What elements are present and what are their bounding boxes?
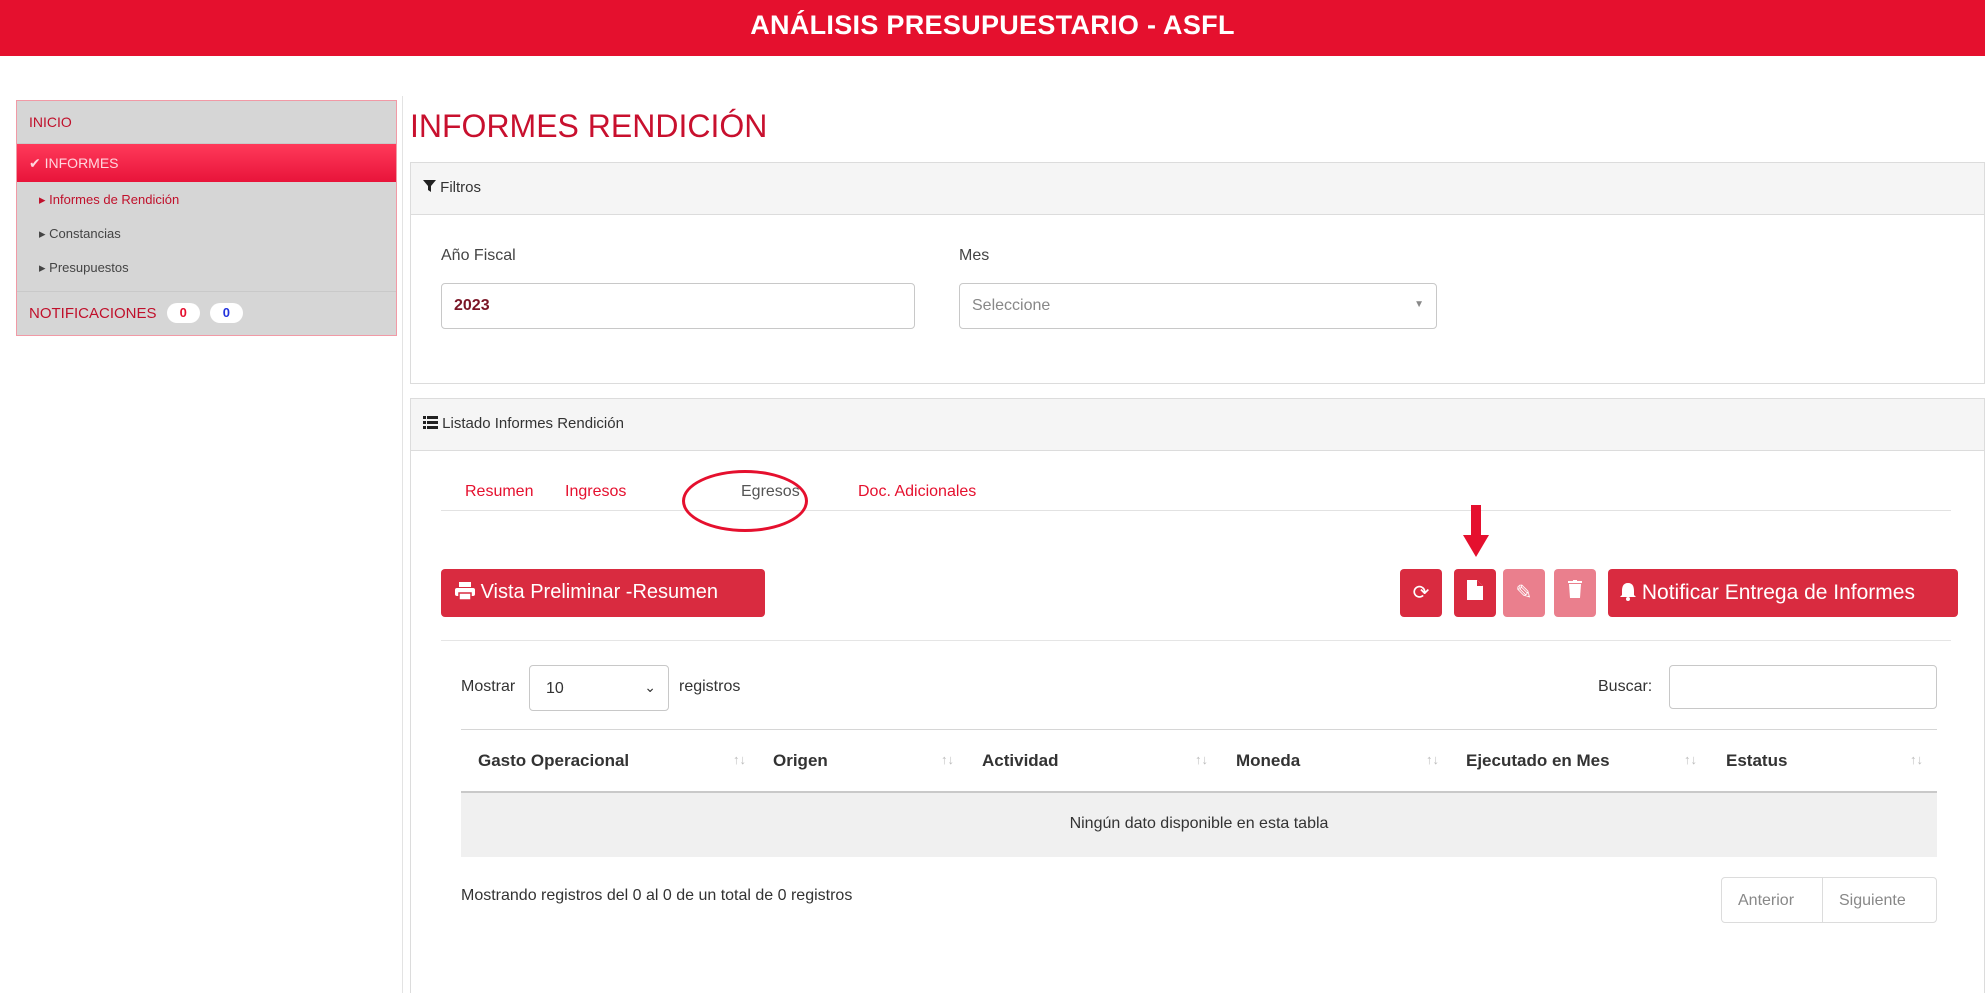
annotation-arrow-icon [1463, 505, 1489, 557]
sort-icon[interactable]: ↑↓ [1426, 752, 1439, 767]
tab-doc-adicionales[interactable]: Doc. Adicionales [858, 483, 976, 501]
file-icon [1454, 580, 1496, 606]
delete-button[interactable] [1554, 569, 1596, 617]
top-bar: ANÁLISIS PRESUPUESTARIO - ASFL [0, 0, 1985, 56]
empty-table-message: Ningún dato disponible en esta tabla [461, 793, 1937, 857]
table-header: Gasto Operacional ↑↓ Origen ↑↓ Actividad… [461, 729, 1937, 793]
sidebar-item-informes[interactable]: ✔ INFORMES [17, 144, 396, 182]
preview-summary-label: Vista Preliminar -Resumen [480, 581, 719, 603]
sidebar-item-notificaciones[interactable]: NOTIFICACIONES 0 0 [17, 291, 396, 335]
col-actividad[interactable]: Actividad [982, 751, 1059, 771]
print-icon [455, 581, 481, 603]
filters-panel-header: Filtros [411, 163, 1984, 215]
caret-right-icon: ▸ [39, 226, 46, 241]
col-moneda[interactable]: Moneda [1236, 751, 1300, 771]
app-title: ANÁLISIS PRESUPUESTARIO - ASFL [750, 10, 1235, 40]
sort-icon[interactable]: ↑↓ [1195, 752, 1208, 767]
col-origen[interactable]: Origen [773, 751, 828, 771]
month-select[interactable]: Seleccione ▼ [959, 283, 1437, 329]
sidebar-item-constancias[interactable]: ▸ Constancias [17, 217, 396, 251]
notification-badge-red: 0 [166, 303, 200, 323]
month-select-value: Seleccione [972, 297, 1051, 314]
trash-icon [1554, 580, 1596, 604]
records-per-page-value: 10 [546, 680, 564, 697]
caret-right-icon: ▸ [39, 260, 46, 275]
filters-panel: Filtros Año Fiscal 2023 Mes Seleccione ▼ [410, 162, 1985, 384]
bell-icon [1620, 581, 1642, 604]
fiscal-year-input[interactable]: 2023 [441, 283, 915, 329]
col-ejecutado-mes[interactable]: Ejecutado en Mes [1466, 751, 1610, 771]
sort-icon[interactable]: ↑↓ [941, 752, 954, 767]
show-label: Mostrar [461, 678, 516, 695]
next-page-button[interactable]: Siguiente [1823, 878, 1936, 922]
fiscal-year-label: Año Fiscal [441, 247, 516, 264]
sidebar-item-label: NOTIFICACIONES [29, 305, 157, 322]
toolbar-divider [441, 640, 1951, 641]
sidebar-item-informes-rendicion[interactable]: ▸ Informes de Rendición [17, 183, 396, 217]
list-icon [423, 415, 442, 432]
filters-heading: Filtros [440, 179, 482, 196]
preview-summary-button[interactable]: Vista Preliminar -Resumen [441, 569, 765, 617]
notify-delivery-label: Notificar Entrega de Informes [1641, 581, 1915, 604]
list-panel-header: Listado Informes Rendición [411, 399, 1984, 451]
report-tabs: Resumen Ingresos Egresos Doc. Adicionale… [441, 475, 1951, 511]
list-heading: Listado Informes Rendición [442, 415, 624, 432]
caret-right-icon: ▸ [39, 192, 46, 207]
caret-down-icon: ▼ [1414, 299, 1424, 310]
refresh-button[interactable]: ⟳ [1400, 569, 1442, 617]
edit-icon: ✎ [1515, 582, 1533, 604]
pagination: Anterior Siguiente [1721, 877, 1937, 923]
col-estatus[interactable]: Estatus [1726, 751, 1787, 771]
col-gasto-operacional[interactable]: Gasto Operacional [478, 751, 629, 771]
sort-icon[interactable]: ↑↓ [1910, 752, 1923, 767]
sort-icon[interactable]: ↑↓ [733, 752, 746, 767]
list-panel: Listado Informes Rendición Resumen Ingre… [410, 398, 1985, 993]
search-input[interactable] [1669, 665, 1937, 709]
previous-page-button[interactable]: Anterior [1722, 878, 1823, 922]
check-icon: ✔ [29, 155, 41, 171]
notification-badge-blue: 0 [209, 303, 243, 323]
egresos-table: Gasto Operacional ↑↓ Origen ↑↓ Actividad… [461, 729, 1937, 857]
records-per-page-select[interactable]: 10 ⌄ [529, 665, 669, 711]
refresh-icon: ⟳ [1412, 582, 1430, 604]
notify-delivery-button[interactable]: Notificar Entrega de Informes [1608, 569, 1958, 617]
tab-resumen[interactable]: Resumen [465, 483, 533, 501]
new-document-button[interactable] [1454, 569, 1496, 617]
sidebar-item-label: Presupuestos [49, 260, 129, 275]
records-label: registros [679, 678, 741, 695]
sidebar-item-presupuestos[interactable]: ▸ Presupuestos [17, 251, 396, 285]
sort-icon[interactable]: ↑↓ [1684, 752, 1697, 767]
annotation-ellipse [682, 470, 808, 532]
chevron-down-icon: ⌄ [644, 679, 656, 695]
filter-icon [423, 179, 440, 196]
search-label: Buscar: [1598, 678, 1653, 695]
month-label: Mes [959, 247, 990, 264]
table-info: Mostrando registros del 0 al 0 de un tot… [461, 887, 853, 904]
sidebar-item-label: Informes de Rendición [49, 192, 180, 207]
edit-button[interactable]: ✎ [1503, 569, 1545, 617]
content-divider [402, 96, 403, 993]
tab-ingresos[interactable]: Ingresos [565, 483, 626, 501]
page-title: INFORMES RENDICIÓN [410, 108, 768, 144]
sidebar-item-inicio[interactable]: INICIO [17, 101, 396, 144]
sidebar-item-label: Constancias [49, 226, 121, 241]
sidebar: INICIO ✔ INFORMES ▸ Informes de Rendició… [16, 100, 397, 336]
sidebar-item-label: INFORMES [44, 155, 119, 171]
